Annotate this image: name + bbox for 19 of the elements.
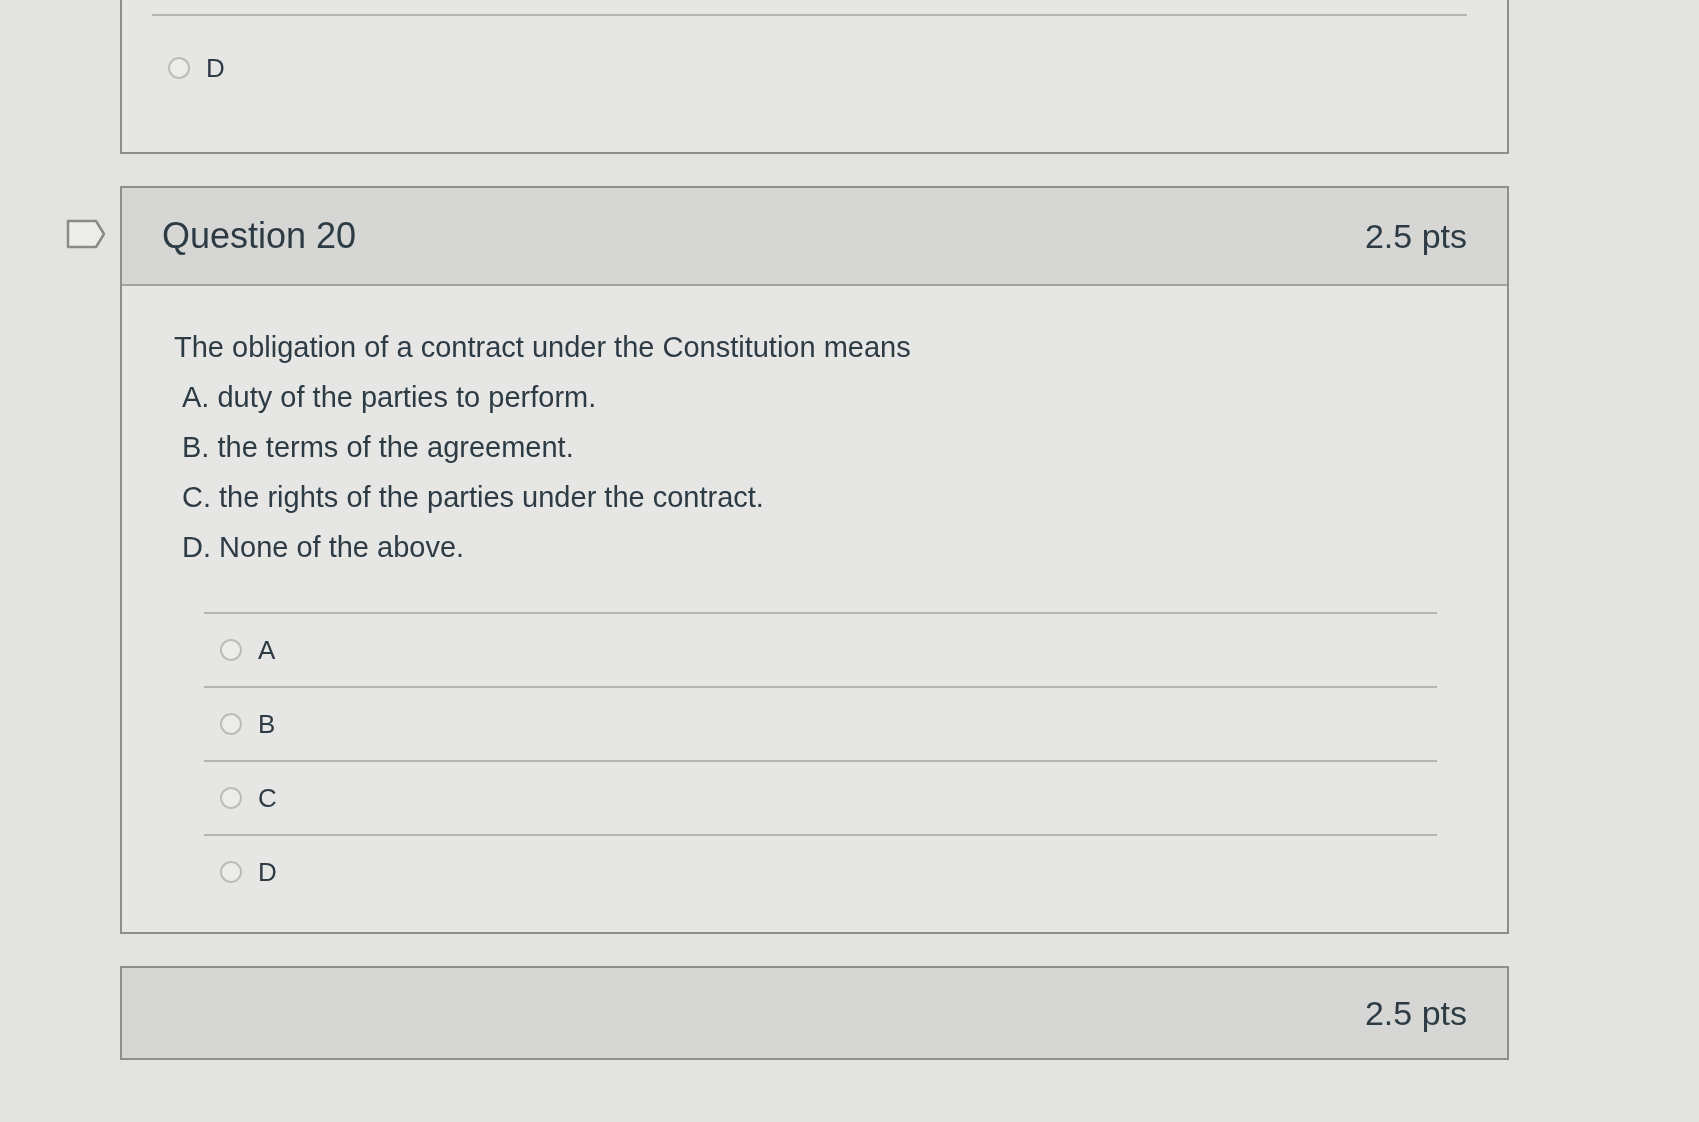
- answer-label: C: [258, 782, 277, 814]
- radio-button[interactable]: [220, 639, 242, 661]
- answer-label: D: [258, 856, 277, 888]
- question-title: Question 20: [162, 215, 357, 257]
- flag-icon[interactable]: [66, 219, 106, 249]
- radio-button[interactable]: [220, 713, 242, 735]
- points-label: 2.5 pts: [1364, 216, 1467, 256]
- radio-button[interactable]: [220, 787, 242, 809]
- question-text: The obligation of a contract under the Constitution means: [174, 330, 912, 365]
- radio-button[interactable]: [220, 861, 242, 883]
- option-text: A. duty of the parties to perform.: [181, 380, 598, 415]
- option-text: C. the rights of the parties under the contract.: [181, 480, 765, 515]
- option-text: D. None of the above.: [181, 530, 466, 565]
- option-text: B. the terms of the agreement.: [181, 430, 575, 465]
- radio-button[interactable]: [168, 57, 190, 79]
- answer-label: D: [206, 52, 225, 84]
- answer-label: A: [258, 634, 276, 666]
- answer-label: B: [258, 708, 276, 740]
- points-label: 2.5 pts: [1364, 993, 1467, 1033]
